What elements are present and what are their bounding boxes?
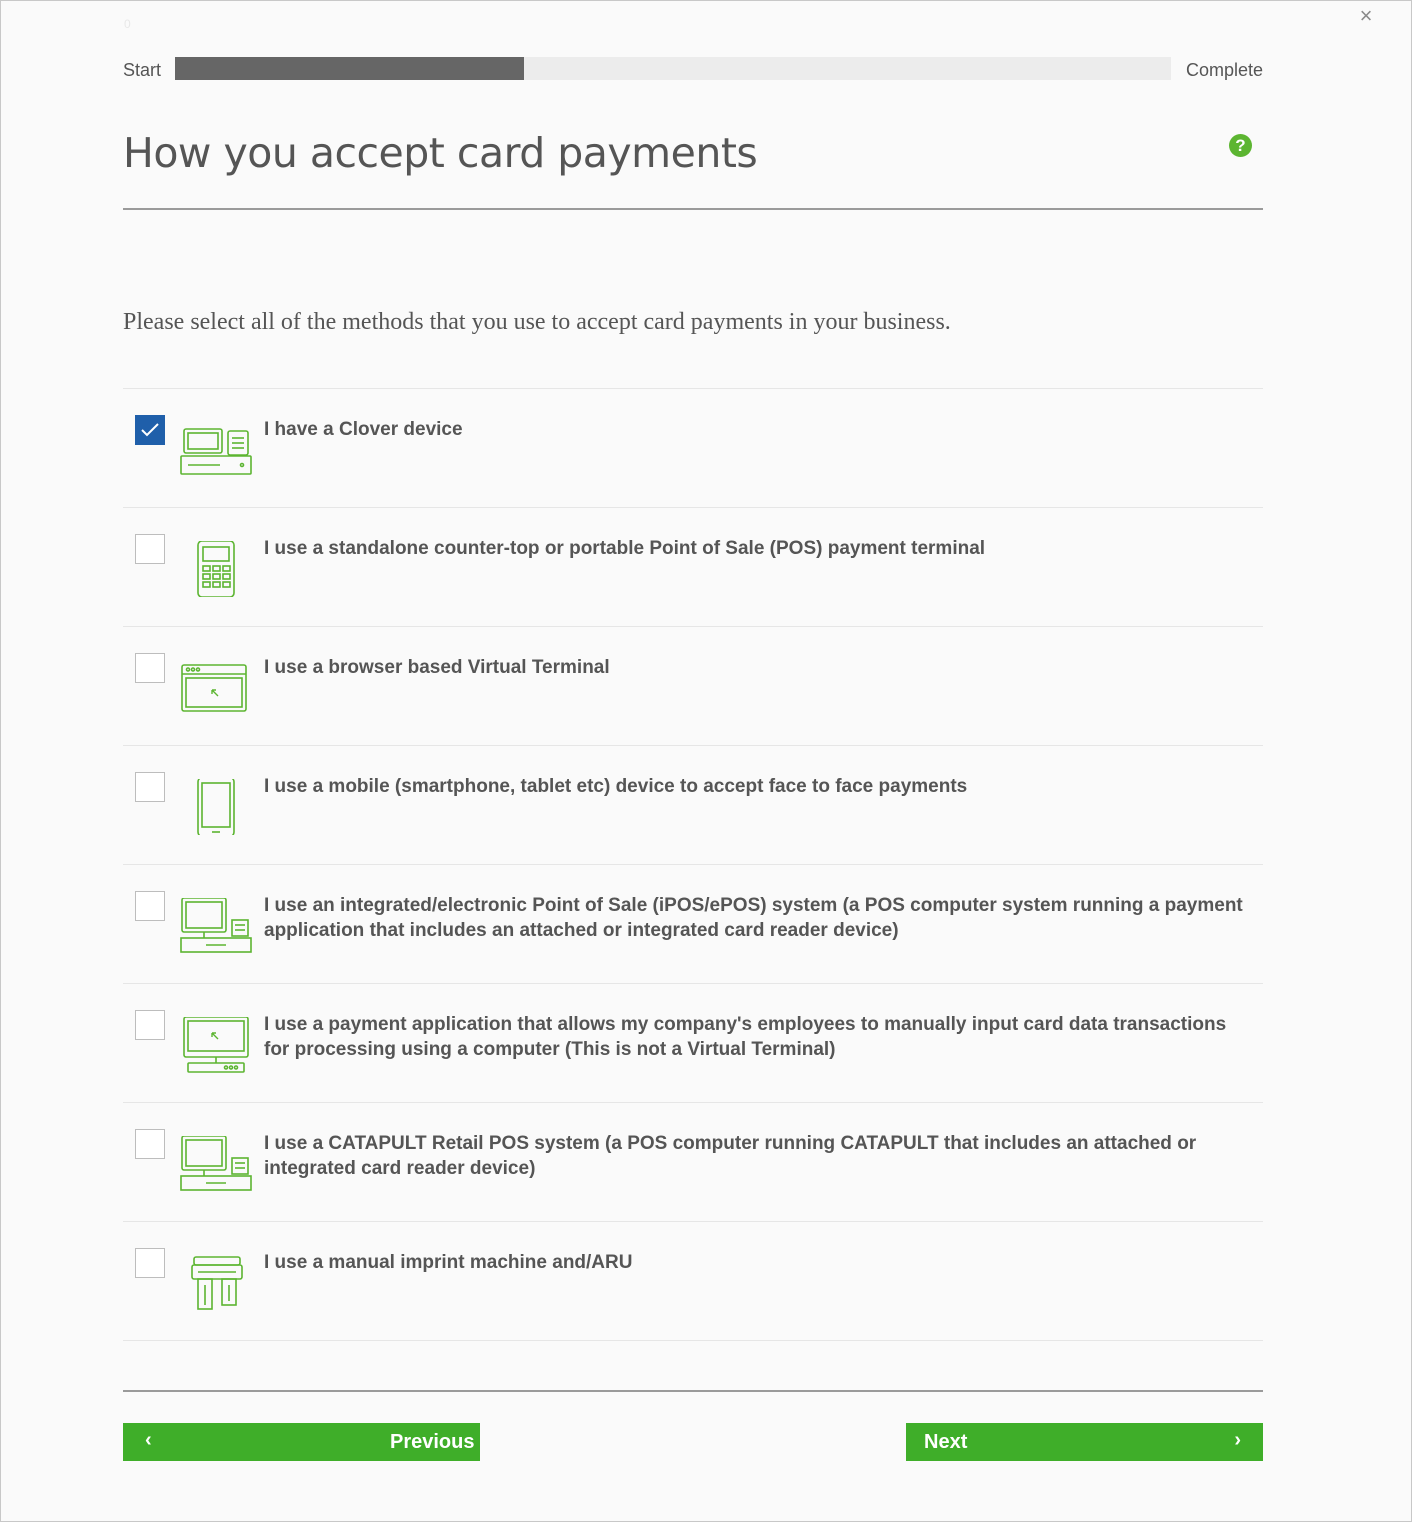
checkbox-ipos-epos[interactable] bbox=[135, 891, 165, 921]
option-label: I use a browser based Virtual Terminal bbox=[264, 657, 610, 678]
corner-mark: 0 bbox=[124, 17, 131, 31]
next-button-label: Next bbox=[924, 1431, 968, 1453]
payment-methods-list: I have a Clover device I use a standalon… bbox=[123, 388, 1263, 1341]
pos-computer-icon bbox=[180, 898, 252, 953]
checkbox-imprint-machine[interactable] bbox=[135, 1248, 165, 1278]
pos-terminal-icon bbox=[197, 541, 235, 597]
option-label: I use a mobile (smartphone, tablet etc) … bbox=[264, 776, 968, 797]
chevron-right-icon: › bbox=[1234, 1429, 1241, 1451]
option-label: I use a CATAPULT Retail POS system (a PO… bbox=[264, 1133, 1197, 1179]
option-label: I use a manual imprint machine and/ARU bbox=[264, 1252, 633, 1273]
option-label: I use a standalone counter-top or portab… bbox=[264, 538, 986, 559]
checkbox-manual-input-app[interactable] bbox=[135, 1010, 165, 1040]
progress-complete-label: Complete bbox=[1185, 60, 1263, 80]
page-title: How you accept card payments bbox=[123, 129, 758, 177]
option-mobile-device[interactable]: I use a mobile (smartphone, tablet etc) … bbox=[123, 745, 1263, 864]
clover-register-icon bbox=[180, 428, 252, 475]
previous-button-label: Previous bbox=[390, 1431, 475, 1453]
option-clover-device[interactable]: I have a Clover device bbox=[123, 388, 1263, 507]
progress-bar: Start Complete bbox=[123, 56, 1263, 82]
previous-button[interactable]: ‹ Previous bbox=[123, 1423, 480, 1461]
option-catapult-pos[interactable]: I use a CATAPULT Retail POS system (a PO… bbox=[123, 1102, 1263, 1221]
option-manual-input-app[interactable]: I use a payment application that allows … bbox=[123, 983, 1263, 1102]
option-ipos-epos[interactable]: I use an integrated/electronic Point of … bbox=[123, 864, 1263, 983]
imprint-machine-icon bbox=[191, 1256, 243, 1310]
checkbox-mobile-device[interactable] bbox=[135, 772, 165, 802]
option-label: I use an integrated/electronic Point of … bbox=[264, 895, 1243, 941]
option-imprint-machine[interactable]: I use a manual imprint machine and/ARU bbox=[123, 1221, 1263, 1341]
option-label: I have a Clover device bbox=[264, 419, 463, 440]
browser-window-icon bbox=[181, 664, 247, 712]
checkbox-virtual-terminal[interactable] bbox=[135, 653, 165, 683]
pos-computer-icon bbox=[180, 1136, 252, 1191]
checkbox-pos-terminal[interactable] bbox=[135, 534, 165, 564]
mobile-device-icon bbox=[197, 779, 235, 835]
chevron-left-icon: ‹ bbox=[145, 1429, 152, 1451]
checkbox-catapult-pos[interactable] bbox=[135, 1129, 165, 1159]
progress-track bbox=[175, 57, 1171, 80]
checkbox-clover-device[interactable] bbox=[135, 415, 165, 445]
option-pos-terminal[interactable]: I use a standalone counter-top or portab… bbox=[123, 507, 1263, 626]
option-label: I use a payment application that allows … bbox=[264, 1014, 1227, 1060]
next-button[interactable]: Next › bbox=[906, 1423, 1263, 1461]
progress-start-label: Start bbox=[123, 60, 162, 80]
close-icon[interactable]: × bbox=[1355, 5, 1377, 27]
footer-divider bbox=[123, 1390, 1263, 1392]
dialog-frame: 0 × Start Complete How you accept card p… bbox=[0, 0, 1412, 1522]
desktop-computer-icon bbox=[183, 1017, 249, 1073]
checkmark-icon bbox=[141, 423, 159, 437]
progress-fill bbox=[175, 57, 524, 80]
option-virtual-terminal[interactable]: I use a browser based Virtual Terminal bbox=[123, 626, 1263, 745]
help-icon[interactable]: ? bbox=[1229, 134, 1252, 157]
title-divider bbox=[123, 208, 1263, 210]
instruction-text: Please select all of the methods that yo… bbox=[123, 309, 951, 335]
